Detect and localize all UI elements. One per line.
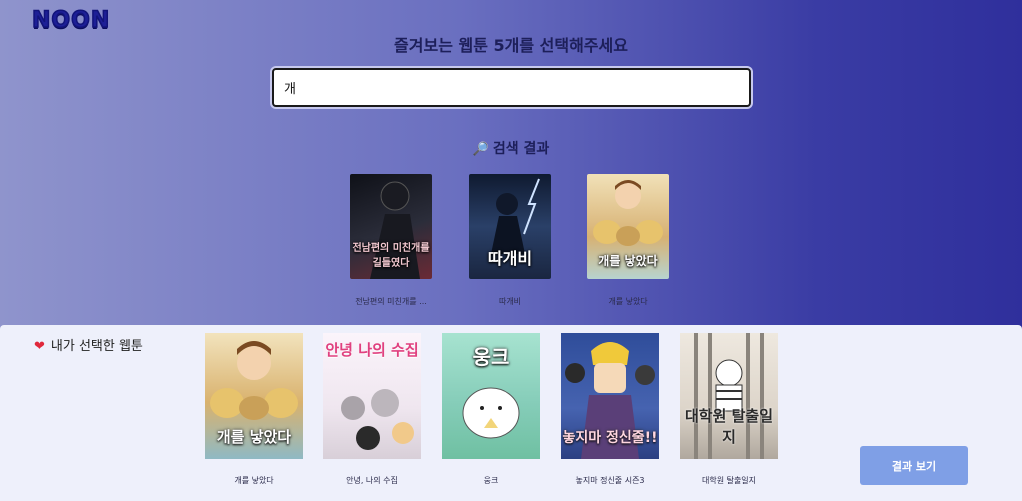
result-card[interactable]: 개를 낳았다 개를 낳았다 — [587, 174, 669, 307]
cover-title: 대학원 탈출일지 — [684, 407, 774, 446]
page-title: 즐겨보는 웹툰 5개를 선택해주세요 — [394, 36, 628, 55]
selected-card[interactable]: 놓지마 정신줄!! 놓지마 정신줄 시즌3 — [561, 333, 659, 486]
selected-webtoon-title: 대학원 탈출일지 — [701, 476, 757, 485]
selected-card[interactable]: 웅크 웅크 — [442, 333, 540, 486]
result-title: 전남편의 미친개를 ... — [355, 297, 427, 306]
search-results-heading: 🔎 검색 결과 — [0, 138, 1022, 158]
webtoon-cover: 따개비 — [469, 174, 551, 279]
webtoon-cover: 놓지마 정신줄!! — [561, 333, 659, 459]
magnifier-icon: 🔎 — [472, 142, 489, 157]
webtoon-cover: 웅크 — [442, 333, 540, 459]
cover-title: 전남편의 미친개를 길들였다 — [352, 243, 430, 269]
webtoon-cover: 대학원 탈출일지 — [680, 333, 778, 459]
cover-title: 안녕 나의 수집 — [325, 341, 419, 359]
selected-webtoon-title: 놓지마 정신줄 시즌3 — [575, 476, 645, 485]
selected-webtoon-title: 안녕, 나의 수집 — [346, 476, 398, 485]
result-card[interactable]: 따개비 따개비 — [469, 174, 551, 307]
selected-heading-label: 내가 선택한 웹툰 — [50, 339, 143, 354]
cover-title: 웅크 — [472, 345, 510, 369]
webtoon-cover: 개를 낳았다 — [587, 174, 669, 279]
search-box[interactable] — [272, 68, 751, 107]
webtoon-cover: 안녕 나의 수집 — [323, 333, 421, 459]
result-card[interactable]: 전남편의 미친개를 길들였다 전남편의 미친개를 ... — [350, 174, 432, 307]
selected-card[interactable]: 개를 낳았다 개를 낳았다 — [205, 333, 303, 486]
logo: NOON — [31, 7, 111, 34]
cover-title: 개를 낳았다 — [216, 428, 292, 446]
selected-card[interactable]: 대학원 탈출일지 대학원 탈출일지 — [680, 333, 778, 486]
webtoon-cover: 개를 낳았다 — [205, 333, 303, 459]
selected-panel: ❤ 내가 선택한 웹툰 개를 낳았다 개를 낳았다 안녕 나의 수집 안녕, 나… — [0, 325, 1022, 501]
selected-webtoon-title: 웅크 — [483, 476, 499, 485]
result-title: 따개비 — [498, 297, 522, 306]
selected-heading: ❤ 내가 선택한 웹툰 — [34, 335, 143, 354]
search-input[interactable] — [274, 70, 749, 105]
cover-title: 개를 낳았다 — [598, 254, 658, 268]
cover-title: 따개비 — [487, 249, 533, 268]
result-title: 개를 낳았다 — [608, 297, 648, 306]
view-results-button[interactable]: 결과 보기 — [860, 446, 968, 485]
heart-icon: ❤ — [34, 339, 45, 354]
cover-title: 놓지마 정신줄!! — [562, 430, 658, 446]
selected-card[interactable]: 안녕 나의 수집 안녕, 나의 수집 — [323, 333, 421, 486]
selected-webtoon-title: 개를 낳았다 — [234, 476, 274, 485]
search-results-label: 검색 결과 — [492, 141, 550, 157]
webtoon-cover: 전남편의 미친개를 길들였다 — [350, 174, 432, 279]
